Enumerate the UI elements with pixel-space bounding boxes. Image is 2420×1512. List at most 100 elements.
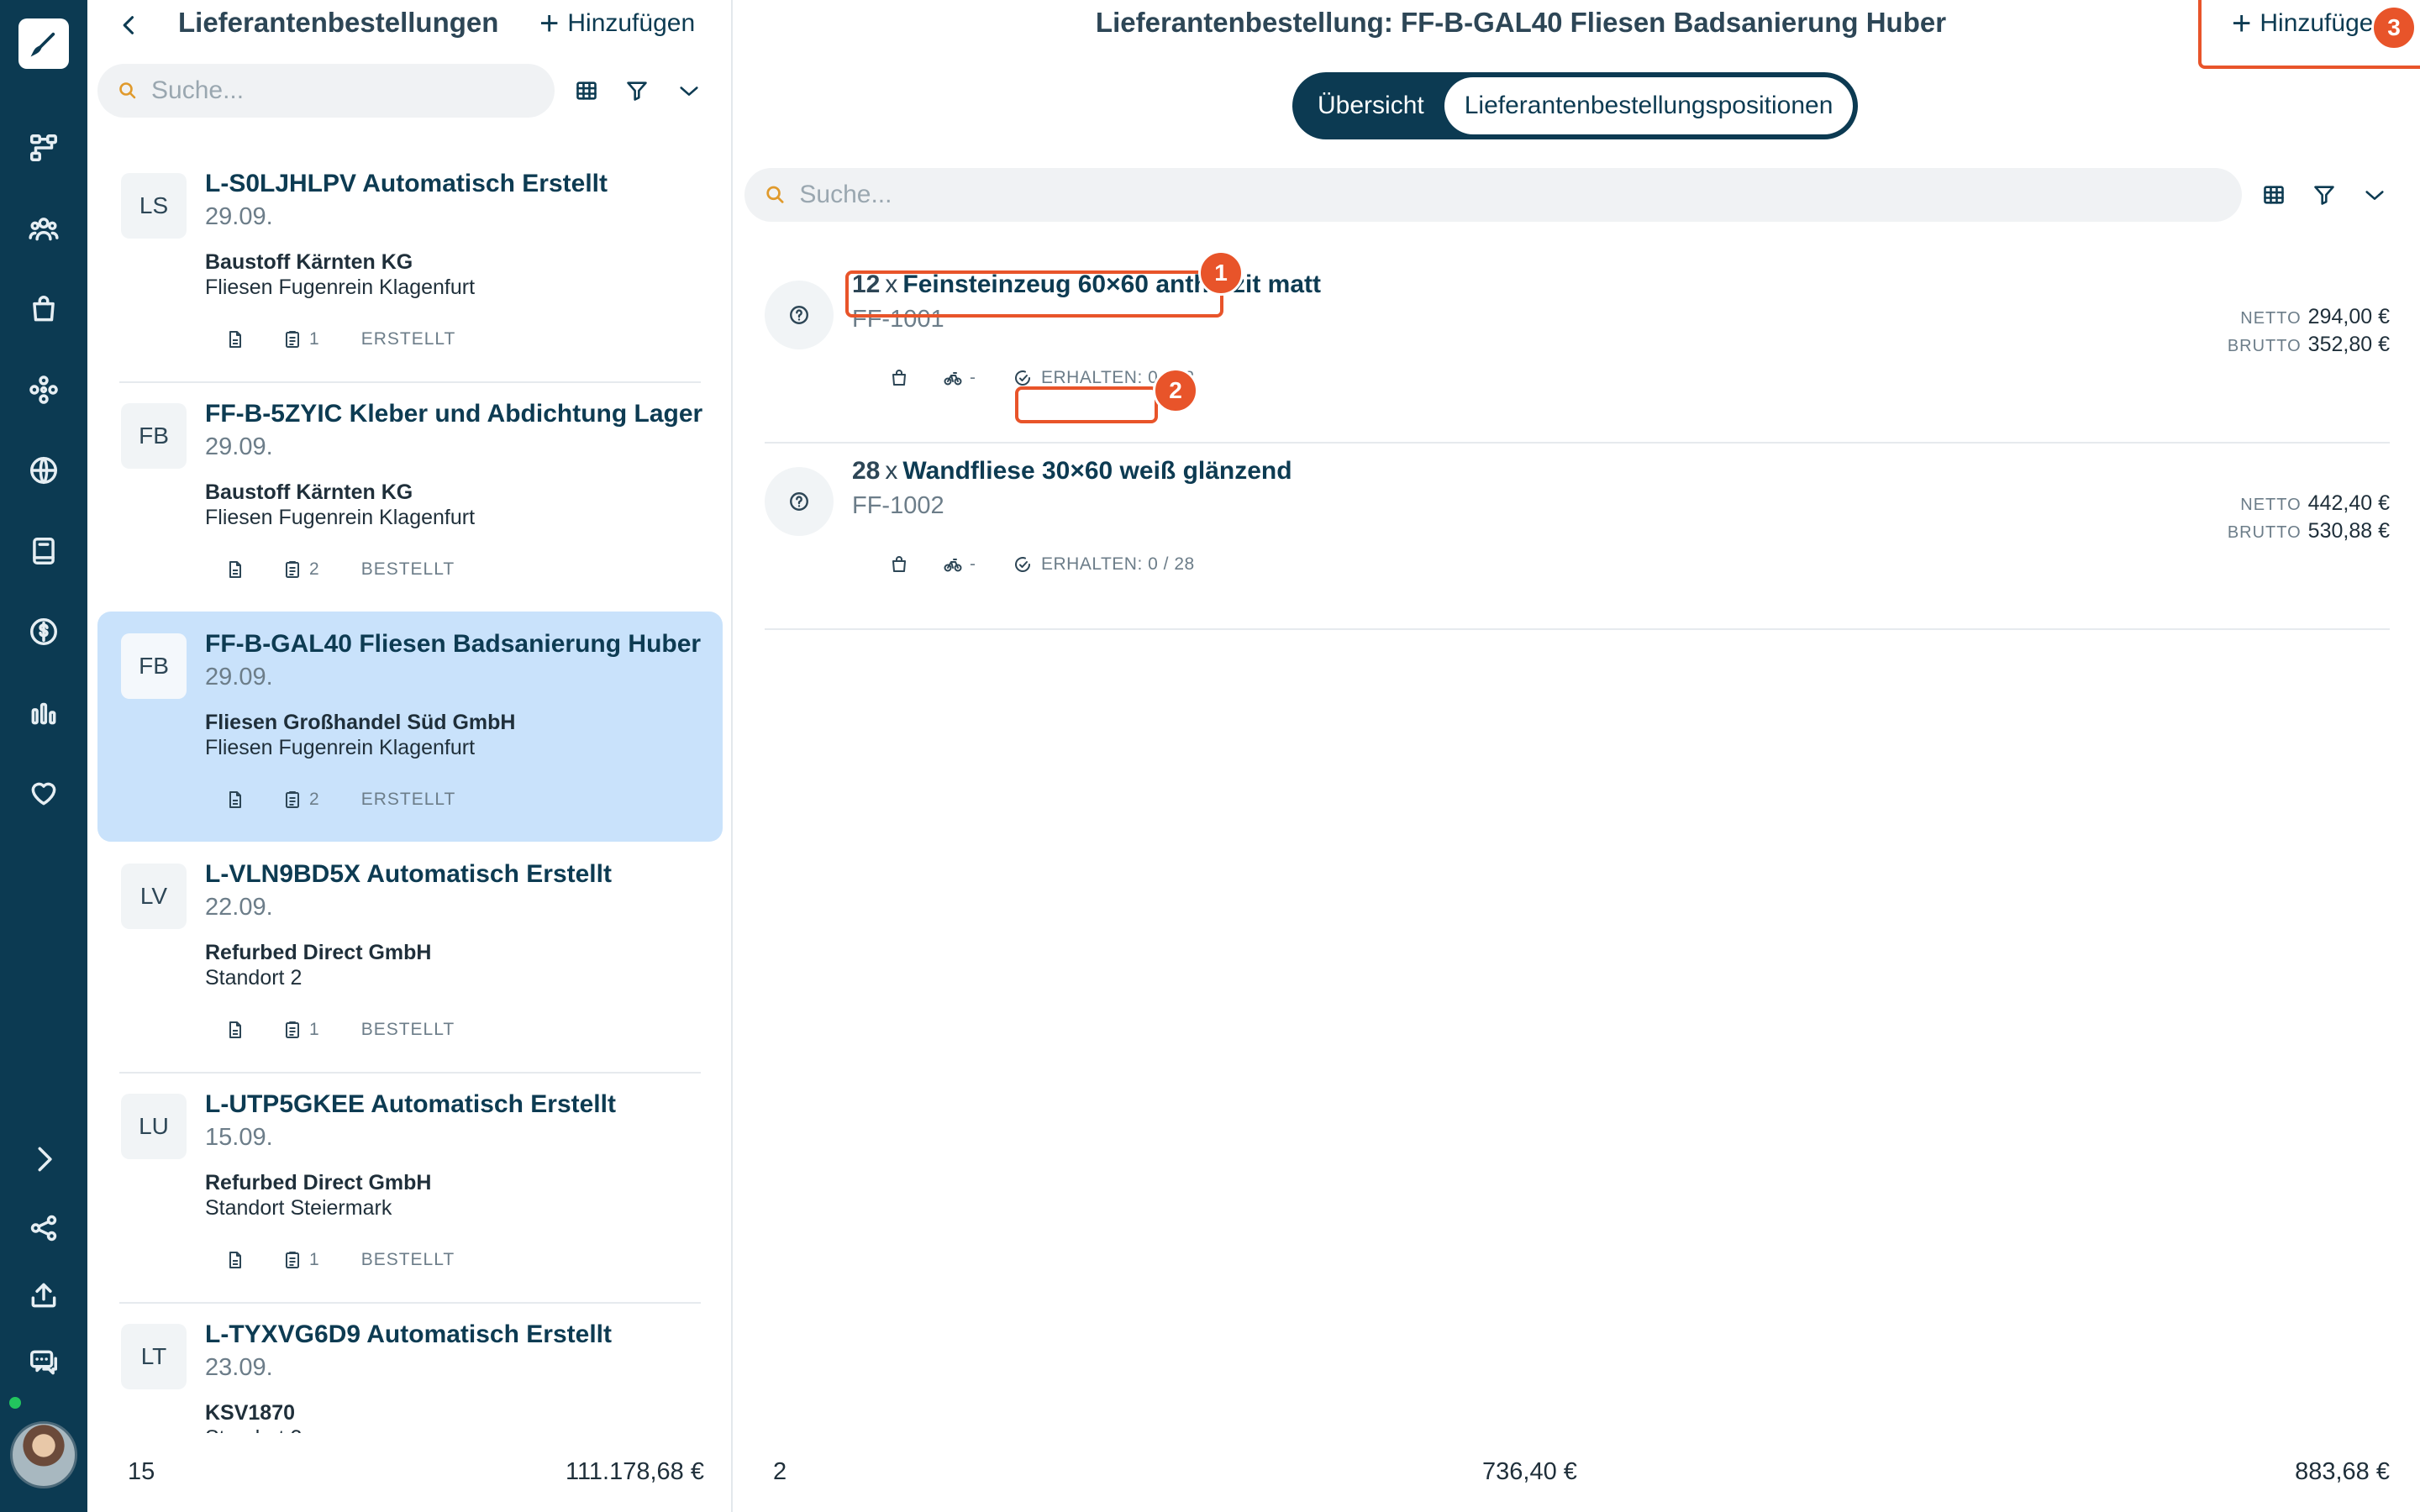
tab-positions[interactable]: Lieferantenbestellungspositionen: [1444, 77, 1854, 134]
filter-icon[interactable]: [618, 72, 655, 109]
position-code: FF-1002: [852, 492, 944, 519]
filter-icon[interactable]: [2306, 176, 2343, 213]
position-count: 1: [309, 329, 319, 349]
position-count: 2: [309, 790, 319, 809]
list-item[interactable]: LV L-VLN9BD5X Automatisch Erstellt 22.09…: [97, 842, 723, 1074]
help-circle-icon[interactable]: [765, 467, 834, 536]
list-item-title: L-TYXVG6D9 Automatisch Erstellt: [205, 1320, 612, 1348]
list-scroll-clip: LT L-TYXVG6D9 Automatisch Erstellt 23.09…: [87, 1302, 733, 1433]
clipboard-icon: [286, 1021, 299, 1038]
book-icon[interactable]: [24, 531, 64, 571]
online-status-indicator: [7, 1394, 24, 1411]
detail-search-input[interactable]: [799, 181, 2242, 209]
list-item-date: 23.09.: [205, 1354, 273, 1381]
net-price: 442,40 €: [2307, 491, 2390, 515]
document-icon: [229, 791, 241, 808]
gross-label: BRUTTO: [2227, 523, 2302, 542]
position-count: 2: [309, 559, 319, 579]
list-item-date: 22.09.: [205, 894, 273, 921]
position-row[interactable]: 12 x Feinsteinzeug 60×60 anthrazit matt FF…: [765, 257, 2390, 444]
clipboard-icon: [286, 331, 299, 348]
search-icon: [119, 82, 136, 99]
chevron-down-icon[interactable]: [2356, 176, 2393, 213]
list-item[interactable]: FB FF-B-5ZYIC Kleber und Abdichtung Lage…: [97, 381, 723, 613]
chat-icon[interactable]: [24, 1342, 64, 1383]
position-code: FF-1001: [852, 306, 944, 333]
status-badge: ERSTELLT: [360, 790, 456, 809]
net-price: 294,00 €: [2307, 305, 2390, 328]
share-icon[interactable]: [24, 1208, 64, 1248]
shopping-bag-icon[interactable]: [24, 289, 64, 329]
list-title: Lieferantenbestellungen: [178, 7, 499, 38]
position-qty: 12: [852, 270, 881, 298]
detail-search[interactable]: [744, 168, 2242, 222]
heart-icon[interactable]: [24, 773, 64, 813]
tab-overview[interactable]: Übersicht: [1297, 77, 1444, 134]
list-item-company: KSV1870: [205, 1401, 296, 1425]
avatar[interactable]: [10, 1421, 77, 1488]
chevron-right-icon[interactable]: [24, 1139, 64, 1179]
list-item-date: 29.09.: [205, 203, 273, 230]
list-item-title: FF-B-5ZYIC Kleber und Abdichtung Lager: [205, 400, 703, 428]
dollar-icon[interactable]: [24, 612, 64, 652]
page-title: Lieferantenbestellung: FF-B-GAL40 Fliese…: [1095, 7, 1947, 38]
list-item-company: Refurbed Direct GmbH: [205, 1171, 432, 1194]
step-badge-1: 1: [1198, 250, 1244, 296]
app-logo[interactable]: [18, 18, 69, 69]
list-item-selected[interactable]: FB FF-B-GAL40 Fliesen Badsanierung Huber…: [97, 612, 723, 842]
globe-icon[interactable]: [24, 450, 64, 491]
position-name: Feinsteinzeug 60×60 anthrazit matt: [902, 270, 1322, 298]
list-item-title: L-UTP5GKEE Automatisch Erstellt: [205, 1090, 616, 1118]
position-row[interactable]: 28 x Wandfliese 30×60 weiß glänzend FF-100…: [765, 444, 2390, 630]
table-view-icon[interactable]: [568, 72, 605, 109]
list-item[interactable]: LU L-UTP5GKEE Automatisch Erstellt 15.09…: [97, 1072, 723, 1304]
bicycle-icon: [944, 372, 962, 386]
net-label: NETTO: [2240, 309, 2302, 328]
table-view-icon[interactable]: [2255, 176, 2292, 213]
order-detail-panel: Lieferantenbestellung: FF-B-GAL40 Fliese…: [734, 0, 2420, 1512]
status-badge: BESTELLT: [360, 1020, 455, 1039]
list-item-initials: LV: [121, 864, 187, 929]
list-item-title: L-S0LJHLPV Automatisch Erstellt: [205, 170, 608, 197]
order-list-panel: Lieferantenbestellungen + Hinzufügen LS …: [87, 0, 733, 1512]
position-count: 1: [309, 1020, 319, 1039]
list-item-location: Fliesen Fugenrein Klagenfurt: [205, 276, 476, 299]
list-add-button[interactable]: + Hinzufügen: [539, 7, 695, 40]
view-switcher: Übersicht Lieferantenbestellungsposition…: [1292, 72, 1859, 139]
back-arrow-icon[interactable]: [113, 8, 146, 42]
bar-chart-icon[interactable]: [24, 692, 64, 732]
chevron-down-icon[interactable]: [671, 72, 708, 109]
list-item[interactable]: LS L-S0LJHLPV Automatisch Erstellt 29.09…: [97, 151, 723, 383]
list-item[interactable]: LT L-TYXVG6D9 Automatisch Erstellt 23.09…: [97, 1302, 723, 1433]
list-item-location: Standort 2: [205, 966, 302, 990]
status-badge: BESTELLT: [360, 1250, 455, 1269]
list-search-input[interactable]: [151, 76, 555, 105]
position-times: x: [885, 457, 898, 485]
shopping-bag-icon: [892, 370, 906, 386]
position-prices: NETTO 294,00 € BRUTTO 352,80 €: [2228, 304, 2390, 360]
delivery-value: -: [970, 554, 976, 574]
position-count: 1: [309, 1250, 319, 1269]
list-search[interactable]: [97, 64, 555, 118]
list-header: Lieferantenbestellungen + Hinzufügen: [87, 0, 733, 54]
detail-footer-net: 736,40 €: [1482, 1458, 1577, 1485]
document-icon: [229, 1021, 241, 1038]
position-title: 12 x Feinsteinzeug 60×60 anthrazit matt: [852, 270, 1321, 299]
users-icon[interactable]: [24, 208, 64, 249]
list-item-company: Refurbed Direct GmbH: [205, 941, 432, 964]
divider: [765, 628, 2390, 630]
modules-icon[interactable]: [24, 370, 64, 410]
list-footer-count: 15: [128, 1458, 155, 1485]
list-item-date: 29.09.: [205, 433, 273, 460]
app-rail: [0, 0, 87, 1512]
help-circle-icon[interactable]: [765, 281, 834, 349]
list-item-meta: 1 BESTELLT: [225, 1020, 455, 1040]
received-progress-icon: [1015, 557, 1030, 572]
detail-add-button[interactable]: + Hinzufügen: [2232, 7, 2387, 40]
position-meta: - ERHALTEN: 0 / 28: [889, 554, 1195, 575]
gross-label: BRUTTO: [2227, 337, 2302, 355]
document-icon: [229, 561, 241, 578]
upload-icon[interactable]: [24, 1275, 64, 1315]
workflow-icon[interactable]: [24, 128, 64, 168]
document-icon: [229, 331, 241, 348]
